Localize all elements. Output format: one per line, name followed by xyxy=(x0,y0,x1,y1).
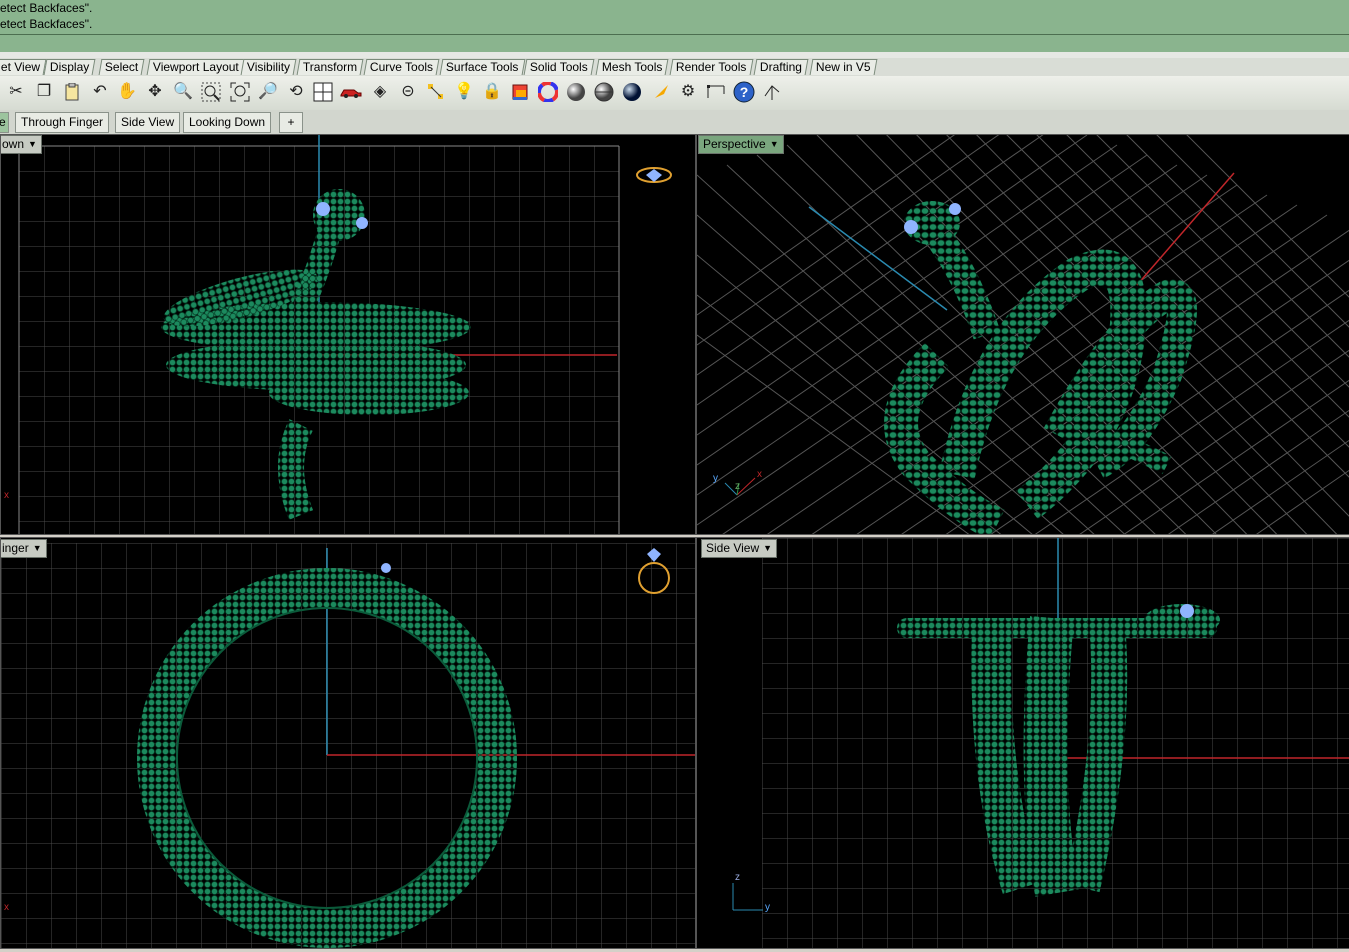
eye-icon[interactable]: ◈ xyxy=(368,80,392,104)
viewport-canvas xyxy=(18,135,672,534)
viewport-perspective[interactable]: y x z Perspective ▼ xyxy=(696,134,1349,535)
tab-new-in-v5[interactable]: New in V5 xyxy=(809,59,878,75)
mark-icon[interactable] xyxy=(650,80,674,104)
rotate-view-icon[interactable]: ✥ xyxy=(143,80,167,104)
viewport-tabs: e Through Finger Side View Looking Down … xyxy=(0,110,1349,135)
circle-icon[interactable]: ⊝ xyxy=(396,80,420,104)
car-icon[interactable] xyxy=(339,80,363,104)
tab-render-tools[interactable]: Render Tools xyxy=(669,59,753,75)
viewport-canvas xyxy=(1,543,695,948)
toolbar-tabs: et View Display Select Viewport Layout V… xyxy=(0,58,1349,76)
axis-gizmo xyxy=(724,477,756,496)
command-history: etect Backfaces". etect Backfaces". xyxy=(0,0,1349,34)
help-icon[interactable]: ? xyxy=(732,80,756,104)
history-line: etect Backfaces". xyxy=(0,1,93,15)
viewport-tab-through-finger[interactable]: Through Finger xyxy=(15,112,110,133)
ring-icon xyxy=(636,167,672,183)
tab-curve-tools[interactable]: Curve Tools xyxy=(363,59,440,75)
tab-visibility[interactable]: Visibility xyxy=(240,59,297,75)
axis-x-label: x xyxy=(4,902,9,913)
tab-viewport-layout[interactable]: Viewport Layout xyxy=(146,59,246,75)
svg-text:?: ? xyxy=(740,84,749,100)
copy-icon[interactable]: ❐ xyxy=(32,80,56,104)
points-icon[interactable] xyxy=(424,80,448,104)
chevron-down-icon: ▼ xyxy=(32,543,42,553)
viewport-side-view[interactable]: z y Side View ▼ xyxy=(696,537,1349,949)
chevron-down-icon: ▼ xyxy=(769,139,779,149)
layer-icon[interactable] xyxy=(508,80,532,104)
command-line[interactable] xyxy=(0,34,1349,53)
cut-icon[interactable]: ✂ xyxy=(4,80,28,104)
chevron-down-icon: ▼ xyxy=(763,543,773,553)
pan-hand-icon[interactable]: ✋ xyxy=(115,80,139,104)
paste-icon[interactable] xyxy=(60,80,84,104)
viewport-tab-looking-down[interactable]: Looking Down xyxy=(183,112,272,133)
snake-model-perspective xyxy=(884,201,1197,534)
axis-z-label: z xyxy=(735,872,740,883)
viewport-top-left[interactable]: x own ▼ xyxy=(0,134,696,535)
rendered-sphere-icon[interactable] xyxy=(592,80,616,104)
tab-transform[interactable]: Transform xyxy=(296,59,364,75)
viewport-bottom-left[interactable]: x inger ▼ xyxy=(0,537,696,949)
color-wheel-icon[interactable] xyxy=(536,80,560,104)
viewport-label-bottom-left[interactable]: inger ▼ xyxy=(1,539,47,558)
tab-drafting[interactable]: Drafting xyxy=(753,59,809,75)
axis-z-label: z xyxy=(735,481,740,492)
viewport-tab-side-view[interactable]: Side View xyxy=(115,112,181,133)
undo-icon[interactable]: ↶ xyxy=(88,80,112,104)
tab-mesh-tools[interactable]: Mesh Tools xyxy=(595,59,669,75)
tab-surface-tools[interactable]: Surface Tools xyxy=(439,59,525,75)
add-viewport-tab-button[interactable]: + xyxy=(279,112,303,133)
shaded-sphere-icon[interactable] xyxy=(564,80,588,104)
viewport-tab-active[interactable]: e xyxy=(0,112,9,133)
lock-icon[interactable]: 🔒 xyxy=(480,80,504,104)
viewport-label-perspective[interactable]: Perspective ▼ xyxy=(698,135,784,154)
lightbulb-icon[interactable]: 💡 xyxy=(452,80,476,104)
axis-y-label: y xyxy=(713,473,718,484)
chevron-down-icon: ▼ xyxy=(28,139,37,149)
viewport-label-side-view[interactable]: Side View ▼ xyxy=(701,539,778,558)
zoom-icon[interactable]: 🔍 xyxy=(171,80,195,104)
viewport-label-top-left[interactable]: own ▼ xyxy=(1,135,42,154)
main-toolbar: ✂ ❐ ↶ ✋ ✥ 🔍 🔎 ⟲ ◈ ⊝ 💡 🔒 ⚙ ? xyxy=(0,76,1349,111)
undo-view-icon[interactable]: ⟲ xyxy=(284,80,308,104)
four-viewports-icon[interactable] xyxy=(311,80,335,104)
viewport-canvas xyxy=(697,135,1349,534)
tab-display[interactable]: Display xyxy=(43,59,96,75)
viewport-canvas xyxy=(732,538,1349,948)
zoom-extents-icon[interactable] xyxy=(228,80,252,104)
zoom-selected-icon[interactable]: 🔎 xyxy=(256,80,280,104)
axis-x-label: x xyxy=(757,469,762,480)
axis-gizmo xyxy=(732,883,763,911)
tab-solid-tools[interactable]: Solid Tools xyxy=(523,59,595,75)
zoom-window-icon[interactable] xyxy=(199,80,223,104)
axis-x-label: x xyxy=(4,490,9,501)
arrow-icon[interactable] xyxy=(760,80,784,104)
blue-sphere-icon[interactable] xyxy=(620,80,644,104)
history-line: etect Backfaces". xyxy=(0,17,93,31)
axis-y-label: y xyxy=(765,902,770,913)
gear-icon[interactable]: ⚙ xyxy=(676,80,700,104)
dimension-icon[interactable] xyxy=(704,80,728,104)
tab-select[interactable]: Select xyxy=(98,59,145,75)
tab-set-view[interactable]: et View xyxy=(0,59,47,75)
